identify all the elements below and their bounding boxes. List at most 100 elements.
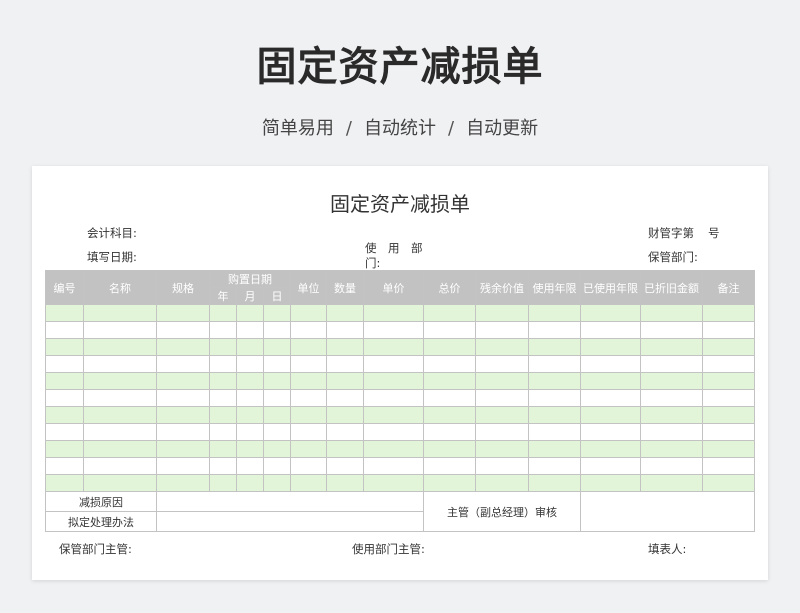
- table-cell[interactable]: [45, 321, 84, 339]
- table-cell[interactable]: [702, 321, 755, 339]
- table-cell[interactable]: [45, 474, 84, 492]
- table-cell[interactable]: [290, 474, 327, 492]
- table-cell[interactable]: [45, 440, 84, 458]
- table-cell[interactable]: [263, 457, 291, 475]
- table-cell[interactable]: [528, 355, 581, 373]
- table-cell[interactable]: [156, 338, 210, 356]
- table-cell[interactable]: [363, 474, 424, 492]
- table-cell[interactable]: [702, 389, 755, 407]
- table-cell[interactable]: [528, 321, 581, 339]
- table-cell[interactable]: [640, 389, 703, 407]
- table-cell[interactable]: [290, 423, 327, 441]
- table-cell[interactable]: [640, 304, 703, 322]
- table-cell[interactable]: [475, 474, 529, 492]
- table-cell[interactable]: [326, 474, 364, 492]
- table-cell[interactable]: [263, 372, 291, 390]
- table-cell[interactable]: [363, 440, 424, 458]
- table-cell[interactable]: [209, 389, 237, 407]
- table-cell[interactable]: [528, 389, 581, 407]
- table-cell[interactable]: [156, 406, 210, 424]
- table-cell[interactable]: [640, 440, 703, 458]
- table-cell[interactable]: [83, 389, 157, 407]
- table-cell[interactable]: [326, 355, 364, 373]
- table-cell[interactable]: [236, 338, 264, 356]
- table-cell[interactable]: [475, 423, 529, 441]
- table-cell[interactable]: [290, 406, 327, 424]
- table-cell[interactable]: [290, 440, 327, 458]
- table-cell[interactable]: [702, 355, 755, 373]
- table-cell[interactable]: [290, 389, 327, 407]
- table-cell[interactable]: [580, 440, 641, 458]
- table-cell[interactable]: [236, 406, 264, 424]
- table-cell[interactable]: [290, 355, 327, 373]
- table-cell[interactable]: [263, 304, 291, 322]
- table-cell[interactable]: [263, 355, 291, 373]
- table-cell[interactable]: [45, 338, 84, 356]
- table-cell[interactable]: [475, 440, 529, 458]
- table-cell[interactable]: [363, 406, 424, 424]
- table-cell[interactable]: [475, 406, 529, 424]
- table-cell[interactable]: [263, 321, 291, 339]
- reason-input[interactable]: [156, 491, 424, 512]
- table-cell[interactable]: [236, 321, 264, 339]
- table-cell[interactable]: [209, 355, 237, 373]
- table-cell[interactable]: [640, 457, 703, 475]
- table-cell[interactable]: [363, 338, 424, 356]
- table-cell[interactable]: [580, 474, 641, 492]
- table-cell[interactable]: [423, 457, 476, 475]
- table-cell[interactable]: [290, 321, 327, 339]
- table-cell[interactable]: [326, 423, 364, 441]
- table-cell[interactable]: [702, 338, 755, 356]
- table-cell[interactable]: [83, 423, 157, 441]
- review-input[interactable]: [580, 491, 755, 532]
- table-cell[interactable]: [580, 389, 641, 407]
- table-cell[interactable]: [45, 355, 84, 373]
- table-cell[interactable]: [83, 355, 157, 373]
- table-cell[interactable]: [640, 355, 703, 373]
- table-cell[interactable]: [83, 457, 157, 475]
- table-cell[interactable]: [83, 304, 157, 322]
- table-cell[interactable]: [423, 474, 476, 492]
- table-cell[interactable]: [580, 457, 641, 475]
- table-cell[interactable]: [423, 304, 476, 322]
- table-cell[interactable]: [702, 423, 755, 441]
- table-cell[interactable]: [528, 304, 581, 322]
- table-cell[interactable]: [209, 406, 237, 424]
- table-cell[interactable]: [156, 372, 210, 390]
- table-cell[interactable]: [702, 406, 755, 424]
- table-cell[interactable]: [423, 355, 476, 373]
- table-cell[interactable]: [263, 406, 291, 424]
- table-cell[interactable]: [326, 372, 364, 390]
- table-cell[interactable]: [640, 321, 703, 339]
- table-cell[interactable]: [156, 457, 210, 475]
- table-cell[interactable]: [475, 372, 529, 390]
- table-cell[interactable]: [640, 474, 703, 492]
- table-cell[interactable]: [528, 440, 581, 458]
- table-cell[interactable]: [263, 338, 291, 356]
- table-cell[interactable]: [423, 321, 476, 339]
- table-cell[interactable]: [45, 389, 84, 407]
- table-cell[interactable]: [263, 474, 291, 492]
- table-cell[interactable]: [236, 457, 264, 475]
- table-cell[interactable]: [475, 321, 529, 339]
- table-cell[interactable]: [236, 423, 264, 441]
- table-cell[interactable]: [290, 372, 327, 390]
- table-cell[interactable]: [236, 440, 264, 458]
- table-cell[interactable]: [475, 457, 529, 475]
- table-cell[interactable]: [45, 406, 84, 424]
- table-cell[interactable]: [475, 338, 529, 356]
- table-cell[interactable]: [209, 457, 237, 475]
- table-cell[interactable]: [209, 338, 237, 356]
- table-cell[interactable]: [702, 457, 755, 475]
- table-cell[interactable]: [528, 457, 581, 475]
- table-cell[interactable]: [326, 406, 364, 424]
- table-cell[interactable]: [423, 389, 476, 407]
- table-cell[interactable]: [45, 423, 84, 441]
- table-cell[interactable]: [702, 372, 755, 390]
- table-cell[interactable]: [290, 457, 327, 475]
- table-cell[interactable]: [209, 423, 237, 441]
- table-cell[interactable]: [326, 321, 364, 339]
- table-cell[interactable]: [236, 372, 264, 390]
- table-cell[interactable]: [263, 440, 291, 458]
- table-cell[interactable]: [236, 355, 264, 373]
